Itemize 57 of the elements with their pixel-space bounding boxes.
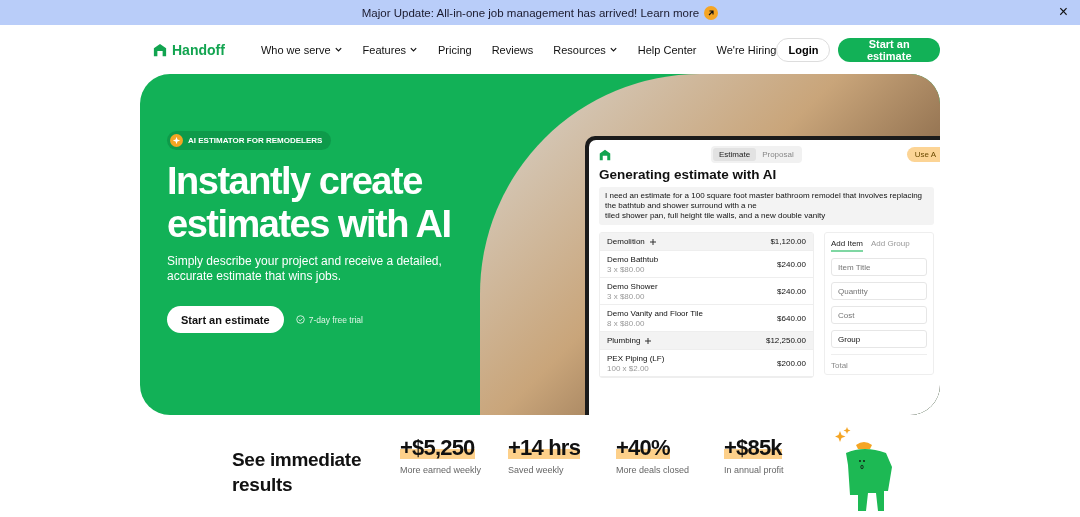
login-button[interactable]: Login: [776, 37, 831, 62]
amount-text: $240.00: [777, 259, 806, 269]
chevron-down-icon: [333, 45, 343, 54]
group-name: Demolition: [607, 237, 645, 246]
house-logo-icon: [599, 148, 611, 161]
announcement-text[interactable]: Major Update: All-in-one job management has arrived! Learn more: [361, 6, 700, 19]
input-field[interactable]: Quantity: [831, 282, 927, 300]
hero-title: Instantly create estimates with AI: [167, 160, 452, 246]
chevron-down-icon: [608, 45, 618, 54]
item-name: Demo Shower: [607, 281, 658, 291]
item-name: PEX Piping (LF): [607, 353, 665, 363]
house-logo-icon: [153, 42, 167, 57]
prompt-text: I need an estimate for a 100 square foot master bathroom remodel that involves replacing the bathtub and shower surround with a ne tiled shower pan, full height tile walls, and a new double vanity: [599, 187, 934, 225]
view-tab[interactable]: Estimate: [713, 148, 757, 161]
nav-link[interactable]: Features: [362, 43, 418, 56]
badge-text: AI ESTIMATOR FOR REMODELERS: [188, 136, 323, 145]
plus-icon[interactable]: [649, 238, 656, 245]
amount-text: $200.00: [777, 358, 806, 368]
app-title: Generating estimate with AI: [599, 167, 778, 182]
sparkle-icon: [170, 134, 183, 147]
item-name: Demo Bathtub: [607, 254, 659, 264]
nav-link[interactable]: Resources: [553, 43, 618, 56]
group-row[interactable]: Plumbing $12,250.00: [600, 332, 813, 350]
start-estimate-button[interactable]: Start an estimate: [167, 306, 284, 333]
chevron-down-icon: [409, 45, 418, 54]
item-name: Demo Vanity and Floor Tile: [607, 308, 703, 318]
group-row[interactable]: Demolition $1,120.00: [600, 233, 813, 251]
amount-text: $12,250.00: [765, 336, 806, 345]
nav-link[interactable]: We're Hiring: [716, 43, 777, 56]
input-field[interactable]: Cost: [831, 306, 927, 324]
item-detail: 3 x $80.00: [607, 291, 646, 301]
plus-icon[interactable]: [645, 337, 652, 344]
amount-text: $240.00: [777, 286, 806, 296]
group-select[interactable]: Group: [831, 330, 927, 348]
panel-tab[interactable]: Add Item: [831, 237, 863, 252]
nav-link[interactable]: Pricing: [438, 43, 472, 56]
nav-link[interactable]: Reviews: [491, 43, 534, 56]
stat-label: More earned weekly: [400, 465, 483, 475]
check-circle-icon: [295, 315, 305, 324]
total-label: Total: [831, 354, 927, 370]
nav-link[interactable]: Who we serve: [260, 43, 343, 56]
stat-label: Saved weekly: [508, 465, 565, 475]
hero-subtitle: Simply describe your project and receive a detailed, accurate estimate that wins jobs.: [167, 254, 443, 284]
amount-text: $1,120.00: [770, 237, 806, 246]
stat-label: In annual profit: [724, 465, 785, 475]
item-detail: 100 x $2.00: [607, 363, 650, 373]
nav-link[interactable]: Help Center: [637, 43, 697, 56]
trial-note: 7-day free trial: [308, 314, 363, 325]
use-ai-button[interactable]: Use A: [906, 147, 940, 162]
item-detail: 8 x $80.00: [607, 318, 646, 328]
stat-label: More deals closed: [616, 465, 691, 475]
input-field[interactable]: Item Title: [831, 258, 927, 276]
results-heading: See immediate results: [232, 448, 363, 497]
amount-text: $640.00: [777, 313, 806, 323]
item-detail: 3 x $80.00: [607, 264, 646, 274]
close-button[interactable]: ×: [1058, 4, 1068, 20]
group-name: Plumbing: [607, 336, 641, 345]
